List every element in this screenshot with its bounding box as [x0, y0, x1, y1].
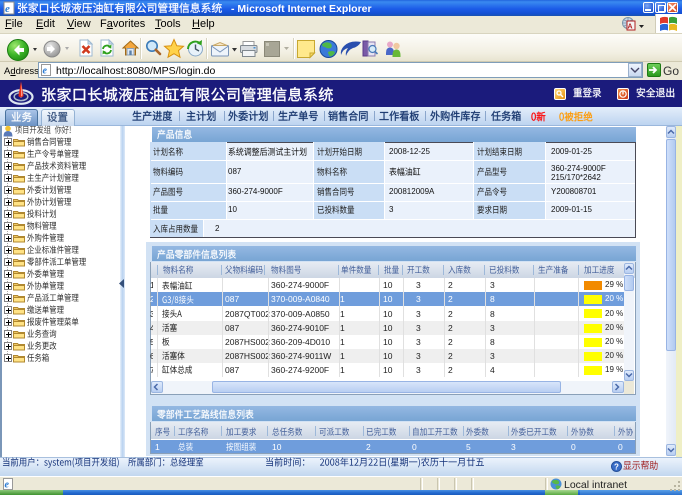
svg-text:?: ? — [614, 463, 619, 472]
svg-text:e: e — [5, 480, 10, 491]
svg-text:e: e — [43, 66, 48, 77]
svg-text:A: A — [628, 24, 633, 31]
svg-text:e: e — [5, 3, 10, 15]
